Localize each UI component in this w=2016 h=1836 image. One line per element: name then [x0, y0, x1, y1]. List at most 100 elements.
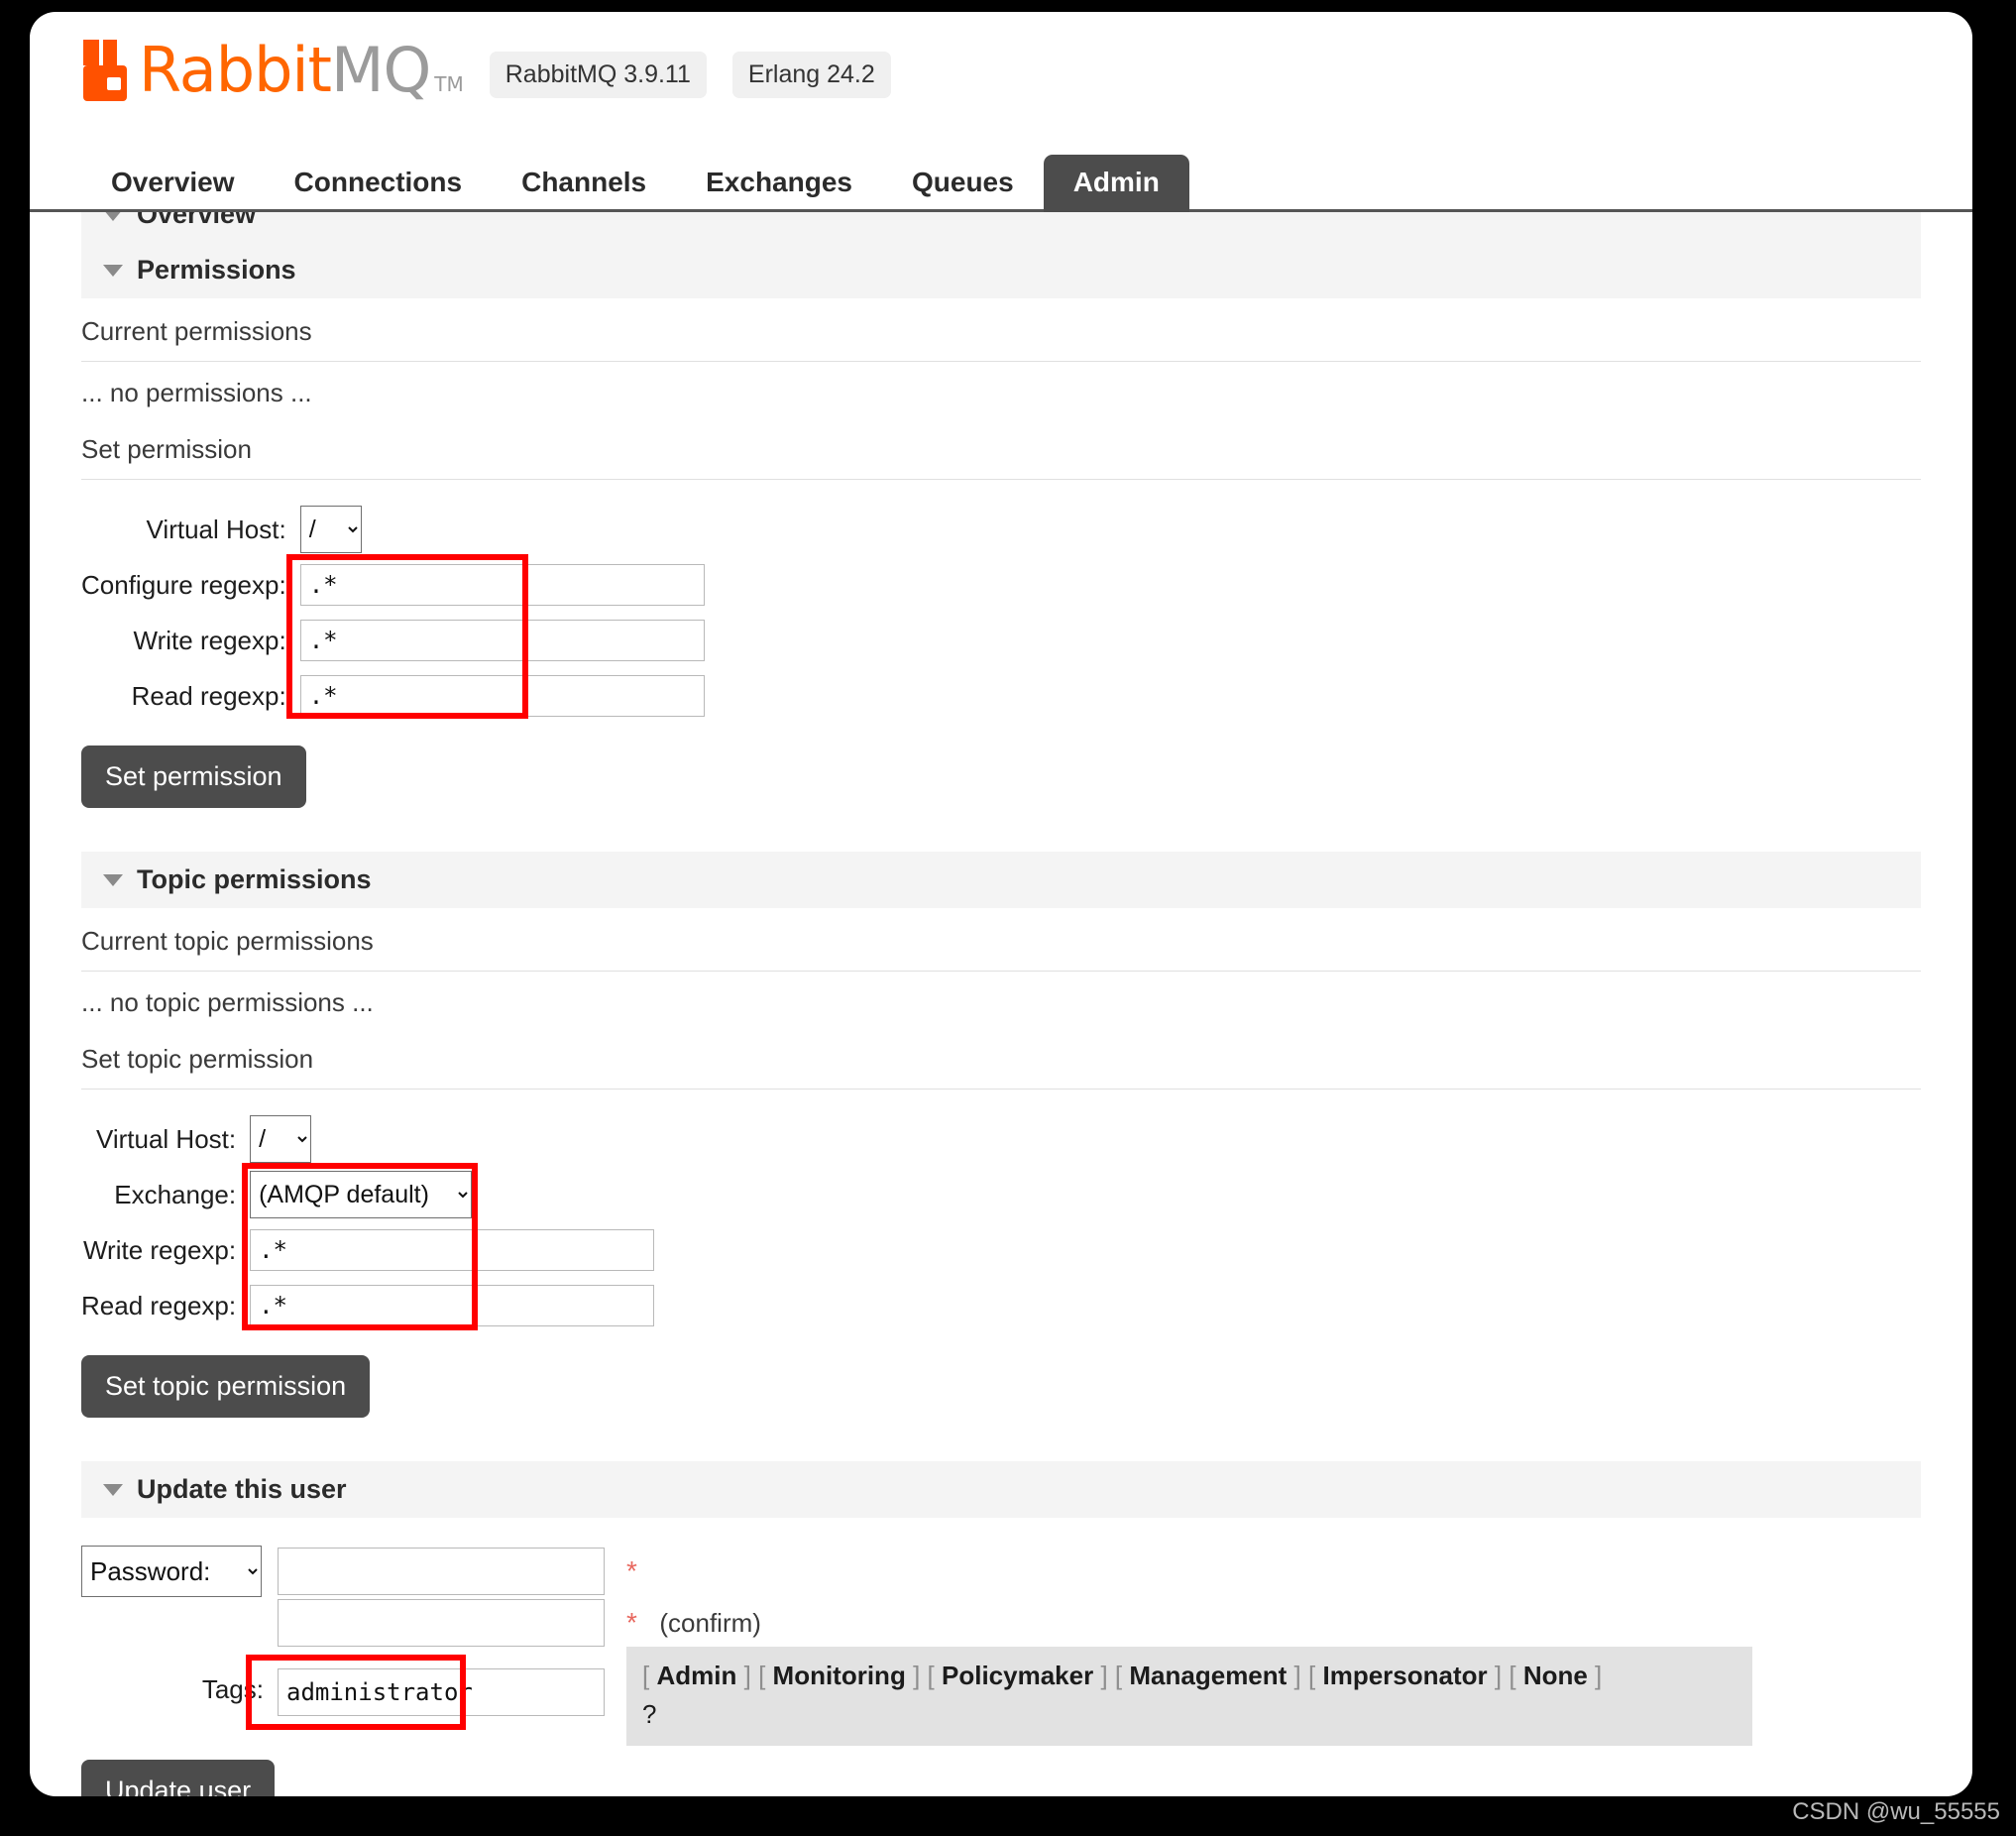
bracket: [	[1509, 1661, 1516, 1690]
update-user-button[interactable]: Update user	[81, 1760, 276, 1796]
tab-channels[interactable]: Channels	[492, 155, 676, 212]
app-inner: Rabbit MQ TM RabbitMQ 3.9.11 Erlang 24.2…	[30, 12, 1972, 1796]
tab-overview[interactable]: Overview	[81, 155, 265, 212]
section-header-topic-permissions[interactable]: Topic permissions	[81, 852, 1921, 908]
chevron-down-icon	[103, 264, 123, 277]
trademark-symbol: TM	[434, 72, 464, 96]
divider	[81, 1089, 1921, 1090]
form-row-vhost: Virtual Host: /	[81, 502, 705, 557]
no-topic-permissions-text: ... no topic permissions ...	[81, 987, 374, 1017]
password-confirm-input[interactable]	[278, 1599, 605, 1647]
bracket: [	[642, 1661, 650, 1690]
exchange-label: Exchange:	[114, 1179, 237, 1209]
section-header-update-user[interactable]: Update this user	[81, 1461, 1921, 1518]
divider	[81, 479, 1921, 480]
app-header: Rabbit MQ TM RabbitMQ 3.9.11 Erlang 24.2	[30, 12, 1972, 129]
form-row-password: Password: *	[81, 1544, 1752, 1599]
screenshot-root: Rabbit MQ TM RabbitMQ 3.9.11 Erlang 24.2…	[0, 0, 2016, 1836]
bracket: [	[758, 1661, 766, 1690]
write-regexp-label: Write regexp:	[133, 625, 286, 655]
bracket: ]	[1494, 1661, 1503, 1690]
topic-read-regexp-input[interactable]	[250, 1285, 655, 1326]
password-confirm-required-marker: *	[626, 1607, 637, 1638]
section-title-permissions: Permissions	[137, 255, 296, 285]
section-title-topic-permissions: Topic permissions	[137, 864, 372, 894]
form-row-write-regexp: Write regexp:	[81, 613, 705, 668]
chevron-down-icon	[103, 873, 123, 886]
rabbitmq-version-badge: RabbitMQ 3.9.11	[489, 51, 707, 98]
form-row-topic-vhost: Virtual Host: /	[81, 1111, 654, 1167]
topic-write-regexp-input[interactable]	[250, 1229, 655, 1271]
write-regexp-input[interactable]	[299, 620, 705, 661]
form-row-tags: Tags: [ Admin ] [ Monito	[81, 1647, 1752, 1746]
tags-input[interactable]	[278, 1668, 605, 1716]
tag-link-none[interactable]: None	[1523, 1661, 1588, 1690]
configure-regexp-label: Configure regexp:	[81, 569, 286, 600]
brand-row: Rabbit MQ TM RabbitMQ 3.9.11 Erlang 24.2	[81, 38, 1972, 103]
password-confirm-label: (confirm)	[659, 1608, 761, 1638]
nav-tab-list: Overview Connections Channels Exchanges …	[81, 151, 1972, 212]
no-permissions-text: ... no permissions ...	[81, 378, 312, 407]
vhost-label: Virtual Host:	[146, 514, 286, 544]
topic-write-regexp-label: Write regexp:	[82, 1234, 237, 1265]
tab-exchanges[interactable]: Exchanges	[676, 155, 882, 212]
form-row-exchange: Exchange: (AMQP default)	[81, 1167, 654, 1222]
tag-link-management[interactable]: Management	[1129, 1661, 1287, 1690]
tab-admin[interactable]: Admin	[1043, 155, 1189, 212]
bracket: [	[1114, 1661, 1123, 1690]
brand-name-secondary: MQ	[330, 34, 431, 106]
tag-link-monitoring[interactable]: Monitoring	[773, 1661, 906, 1690]
read-regexp-input[interactable]	[299, 675, 705, 717]
password-required-marker: *	[626, 1555, 637, 1586]
bracket: ]	[1100, 1661, 1108, 1690]
tab-queues[interactable]: Queues	[882, 155, 1044, 212]
tag-shortcuts-panel: [ Admin ] [ Monitoring ] [ Policymaker ]	[626, 1647, 1752, 1746]
section-title-update-user: Update this user	[137, 1474, 347, 1504]
tab-connections[interactable]: Connections	[265, 155, 493, 212]
current-permissions-label: Current permissions	[81, 316, 312, 346]
section-header-permissions[interactable]: Permissions	[81, 242, 1921, 298]
erlang-version-badge: Erlang 24.2	[731, 51, 891, 98]
form-row-password-confirm: * (confirm)	[81, 1599, 1752, 1647]
password-input[interactable]	[278, 1548, 605, 1595]
topic-vhost-label: Virtual Host:	[95, 1123, 237, 1154]
tag-shortcut-row: [ Admin ] [ Monitoring ] [ Policymaker ]	[642, 1657, 1738, 1695]
main-navigation: Overview Connections Channels Exchanges …	[30, 151, 1972, 212]
bracket: ]	[1595, 1661, 1603, 1690]
tag-link-impersonator[interactable]: Impersonator	[1322, 1661, 1487, 1690]
topic-read-regexp-label: Read regexp:	[81, 1290, 237, 1320]
form-row-configure-regexp: Configure regexp:	[81, 557, 705, 613]
vhost-select[interactable]: /	[299, 506, 362, 553]
form-row-topic-write-regexp: Write regexp:	[81, 1222, 655, 1278]
set-permission-button[interactable]: Set permission	[81, 746, 306, 808]
set-topic-permission-label: Set topic permission	[81, 1044, 314, 1074]
tags-help-icon[interactable]: ?	[642, 1695, 1738, 1734]
read-regexp-label: Read regexp:	[131, 680, 286, 711]
chevron-down-icon	[103, 1483, 123, 1496]
tags-label: Tags:	[201, 1674, 264, 1704]
set-topic-permission-form: Virtual Host: / Exchange: (AMQP default)	[81, 1111, 655, 1333]
bracket: [	[1308, 1661, 1316, 1690]
form-row-read-regexp: Read regexp:	[81, 668, 705, 724]
topic-vhost-select[interactable]: /	[250, 1115, 312, 1163]
exchange-select[interactable]: (AMQP default)	[250, 1171, 473, 1218]
rabbit-logo-icon	[81, 38, 133, 103]
brand-name-primary: Rabbit	[139, 34, 332, 106]
update-user-form: Password: * * (confirm) Tags: administra…	[81, 1544, 1752, 1746]
form-row-topic-read-regexp: Read regexp:	[81, 1278, 655, 1333]
tag-link-policymaker[interactable]: Policymaker	[942, 1661, 1093, 1690]
watermark: CSDN @wu_55555	[1792, 1798, 2000, 1825]
set-permission-form: Virtual Host: / Configure regexp: .* Wri…	[81, 502, 705, 724]
bracket: ]	[1293, 1661, 1301, 1690]
set-topic-permission-button[interactable]: Set topic permission	[81, 1355, 371, 1418]
bracket: ]	[913, 1661, 921, 1690]
set-permission-label: Set permission	[81, 434, 252, 464]
tag-link-admin[interactable]: Admin	[656, 1661, 736, 1690]
current-topic-permissions-label: Current topic permissions	[81, 926, 374, 956]
password-type-select[interactable]: Password:	[81, 1546, 262, 1597]
admin-content: Permissions Current permissions ... no p…	[30, 242, 1972, 1796]
bracket: [	[927, 1661, 935, 1690]
app-page: Rabbit MQ TM RabbitMQ 3.9.11 Erlang 24.2…	[30, 12, 1972, 1796]
bracket: ]	[743, 1661, 751, 1690]
configure-regexp-input[interactable]	[299, 564, 705, 606]
